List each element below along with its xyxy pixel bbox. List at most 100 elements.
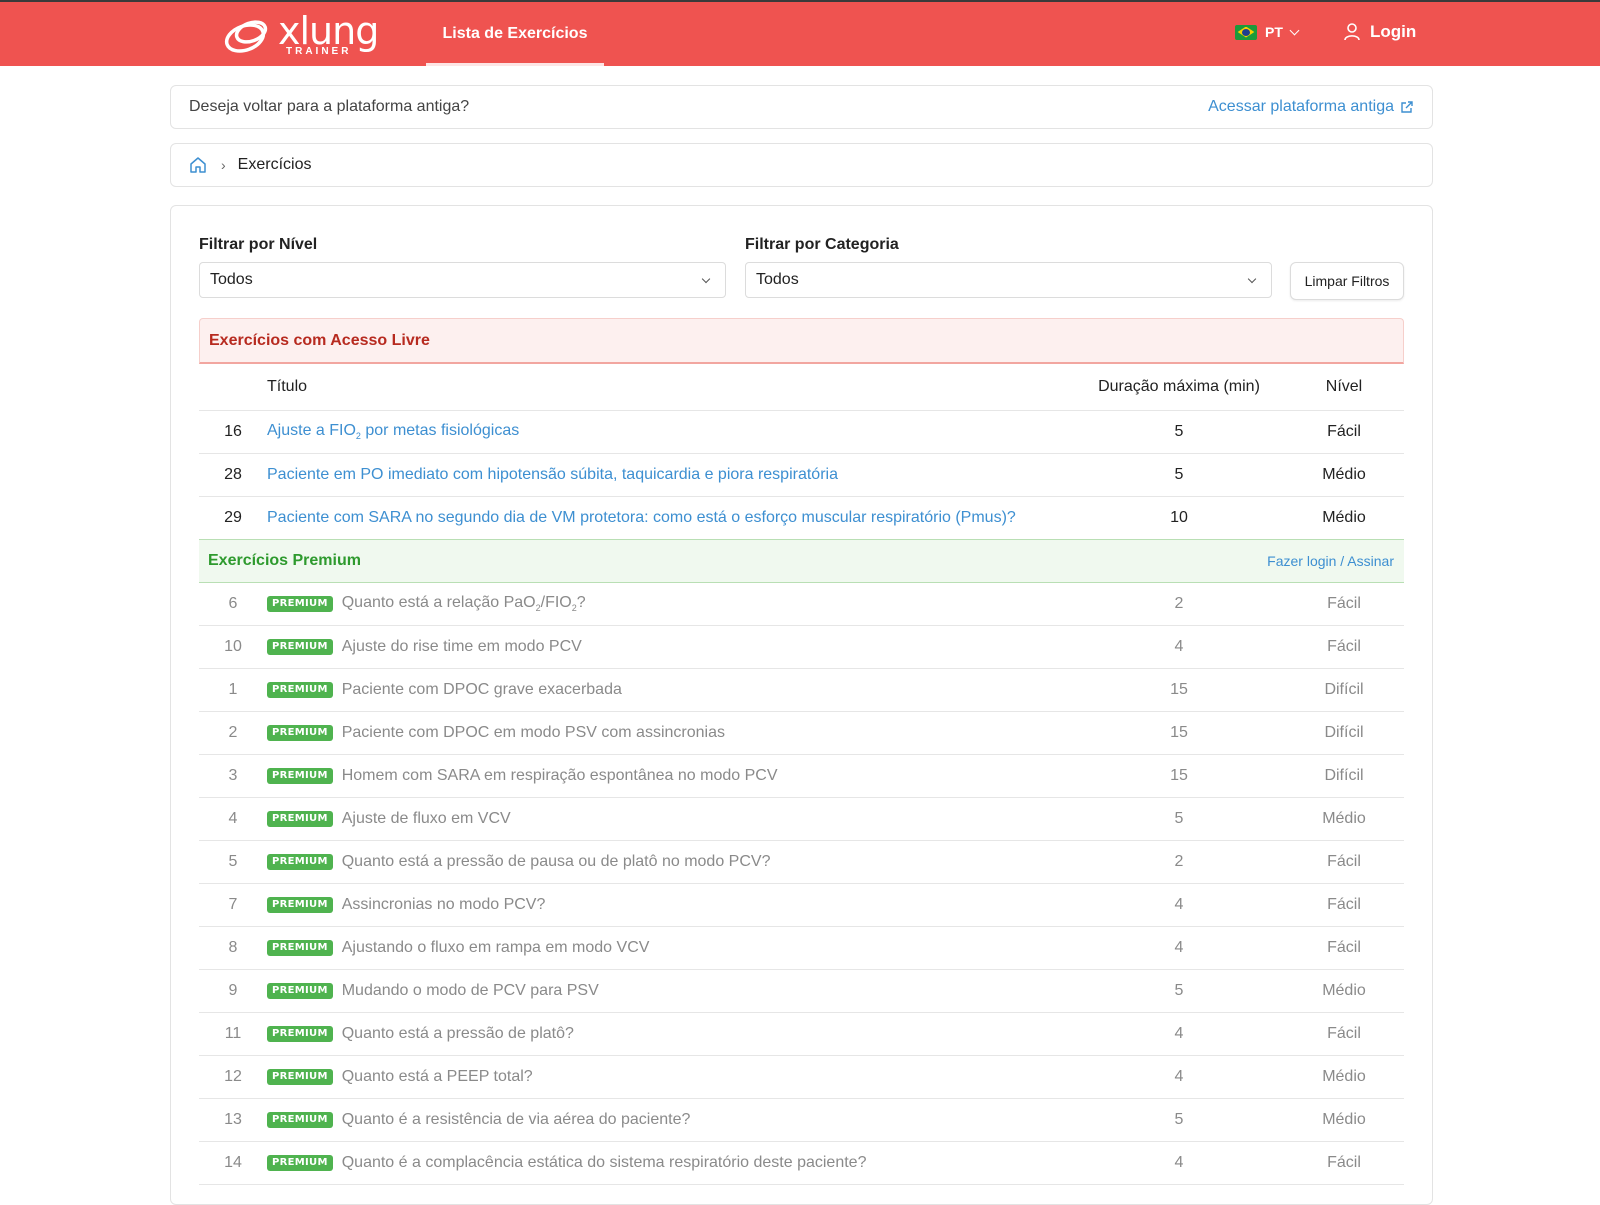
nav-tab-exercise-list[interactable]: Lista de Exercícios bbox=[426, 2, 604, 66]
exercise-id: 11 bbox=[224, 1025, 242, 1042]
exercise-title-text: Homem com SARA em respiração espontânea … bbox=[341, 767, 778, 784]
table-row: 12 PREMIUM Quanto está a PEEP total? 4 Mé… bbox=[199, 1056, 1404, 1099]
login-button[interactable]: Login bbox=[1344, 22, 1416, 42]
premium-badge: PREMIUM bbox=[267, 1026, 333, 1042]
exercise-title-part: /FIO bbox=[540, 594, 572, 612]
table-row: 28 Paciente em PO imediato com hipotensã… bbox=[199, 454, 1404, 497]
table-row: 6 PREMIUM Quanto está a relação PaO2/FIO2… bbox=[199, 583, 1404, 626]
user-icon bbox=[1344, 23, 1360, 41]
chevron-down-icon bbox=[701, 274, 711, 284]
exercise-level: Fácil bbox=[1327, 896, 1361, 913]
exercise-title-part: ? bbox=[576, 594, 586, 612]
exercise-duration: 5 bbox=[1174, 1111, 1184, 1128]
exercise-id: 12 bbox=[224, 1068, 242, 1085]
exercise-duration: 2 bbox=[1174, 595, 1184, 612]
exercise-id: 13 bbox=[224, 1111, 242, 1128]
exercise-duration: 5 bbox=[1174, 466, 1184, 483]
old-platform-link[interactable]: Acessar plataforma antiga bbox=[1208, 98, 1414, 116]
premium-badge: PREMIUM bbox=[267, 940, 333, 956]
exercise-level: Difícil bbox=[1324, 681, 1364, 698]
premium-badge: PREMIUM bbox=[267, 768, 333, 784]
exercise-level: Médio bbox=[1322, 1068, 1366, 1085]
old-platform-notice: Deseja voltar para a plataforma antiga? … bbox=[170, 85, 1433, 129]
exercise-title: PREMIUM Ajuste do rise time em modo PCV bbox=[267, 638, 1074, 656]
xlung-logo[interactable]: xlung TRAINER bbox=[222, 9, 379, 57]
table-header: Título Duração máxima (min) Nível bbox=[199, 364, 1404, 411]
exercise-id: 29 bbox=[224, 509, 242, 526]
exercise-title-text: Ajustando o fluxo em rampa em modo VCV bbox=[341, 939, 650, 956]
exercise-title: PREMIUM Homem com SARA em respiração espo… bbox=[267, 767, 1074, 785]
logo-text: xlung bbox=[278, 9, 379, 53]
exercise-link[interactable]: Paciente com SARA no segundo dia de VM p… bbox=[267, 509, 1074, 527]
language-selector[interactable]: PT bbox=[1235, 24, 1300, 40]
exercise-title-text: Quanto é a resistência de via aérea do p… bbox=[341, 1111, 691, 1128]
exercise-duration: 5 bbox=[1174, 810, 1184, 827]
premium-badge: PREMIUM bbox=[267, 811, 333, 827]
premium-badge: PREMIUM bbox=[267, 725, 333, 741]
exercise-title: PREMIUM Quanto está a relação PaO2/FIO2? bbox=[267, 594, 1074, 614]
premium-badge: PREMIUM bbox=[267, 854, 333, 870]
exercise-duration: 10 bbox=[1170, 509, 1188, 526]
exercise-panel: Filtrar por Nível Todos Filtrar por Cate… bbox=[170, 205, 1433, 1205]
exercise-title-text: Ajuste do rise time em modo PCV bbox=[341, 638, 582, 655]
premium-badge: PREMIUM bbox=[267, 1155, 333, 1171]
exercise-title-part: Ajuste a FIO bbox=[267, 422, 356, 440]
exercise-title-text: Paciente com DPOC grave exacerbada bbox=[341, 681, 622, 698]
exercise-title-text: Quanto é a complacência estática do sist… bbox=[341, 1154, 867, 1171]
exercise-duration: 4 bbox=[1174, 939, 1184, 956]
column-title: Título bbox=[267, 378, 308, 395]
top-navbar: xlung TRAINER Lista de Exercícios PT Log… bbox=[0, 0, 1600, 66]
exercise-title-text: Quanto está a pressão de pausa ou de pla… bbox=[341, 853, 771, 870]
table-row: 1 PREMIUM Paciente com DPOC grave exacerb… bbox=[199, 669, 1404, 712]
old-platform-link-label: Acessar plataforma antiga bbox=[1208, 98, 1394, 115]
exercise-link[interactable]: Paciente em PO imediato com hipotensão s… bbox=[267, 466, 1074, 484]
exercise-id: 7 bbox=[228, 896, 238, 913]
exercise-link[interactable]: Ajuste a FIO2 por metas fisiológicas bbox=[267, 422, 1074, 441]
table-row: 7 PREMIUM Assincronias no modo PCV? 4 Fác… bbox=[199, 884, 1404, 927]
exercise-title: PREMIUM Quanto está a pressão de platô? bbox=[267, 1025, 1074, 1043]
exercise-title-text: Mudando o modo de PCV para PSV bbox=[341, 982, 599, 999]
table-row: 11 PREMIUM Quanto está a pressão de platô… bbox=[199, 1013, 1404, 1056]
exercise-id: 14 bbox=[224, 1154, 242, 1171]
exercise-title: PREMIUM Paciente com DPOC grave exacerbad… bbox=[267, 681, 1074, 699]
premium-section-title: Exercícios Premium bbox=[208, 552, 361, 569]
column-duration: Duração máxima (min) bbox=[1098, 378, 1260, 395]
clear-filters-button[interactable]: Limpar Filtros bbox=[1290, 262, 1404, 300]
level-filter-value: Todos bbox=[210, 271, 253, 288]
category-filter-value: Todos bbox=[756, 271, 799, 288]
premium-badge: PREMIUM bbox=[267, 639, 333, 655]
login-subscribe-link[interactable]: Fazer login / Assinar bbox=[1267, 553, 1394, 569]
home-icon[interactable] bbox=[189, 156, 207, 174]
exercise-title: PREMIUM Quanto está a pressão de pausa ou… bbox=[267, 853, 1074, 871]
exercise-title: PREMIUM Quanto é a resistência de via aér… bbox=[267, 1111, 1074, 1129]
table-row: 9 PREMIUM Mudando o modo de PCV para PSV … bbox=[199, 970, 1404, 1013]
exercise-title: PREMIUM Quanto é a complacência estática … bbox=[267, 1154, 1074, 1172]
exercise-id: 5 bbox=[228, 853, 238, 870]
premium-badge: PREMIUM bbox=[267, 682, 333, 698]
breadcrumb-chevron-icon: › bbox=[221, 157, 226, 173]
exercise-level: Fácil bbox=[1327, 595, 1361, 612]
exercise-level: Fácil bbox=[1327, 1154, 1361, 1171]
exercise-level: Fácil bbox=[1327, 1025, 1361, 1042]
exercise-level: Fácil bbox=[1327, 853, 1361, 870]
category-filter-select[interactable]: Todos bbox=[745, 262, 1272, 298]
exercise-id: 9 bbox=[228, 982, 238, 999]
exercise-id: 6 bbox=[228, 595, 238, 612]
breadcrumb: › Exercícios bbox=[170, 143, 1433, 187]
table-row: 5 PREMIUM Quanto está a pressão de pausa … bbox=[199, 841, 1404, 884]
level-filter-select[interactable]: Todos bbox=[199, 262, 726, 298]
exercise-duration: 2 bbox=[1174, 853, 1184, 870]
exercise-id: 16 bbox=[224, 423, 242, 440]
exercise-title: PREMIUM Ajuste de fluxo em VCV bbox=[267, 810, 1074, 828]
exercise-duration: 4 bbox=[1174, 1025, 1184, 1042]
premium-badge: PREMIUM bbox=[267, 983, 333, 999]
exercise-id: 3 bbox=[228, 767, 238, 784]
language-code: PT bbox=[1265, 24, 1283, 40]
table-row: 4 PREMIUM Ajuste de fluxo em VCV 5 Médio bbox=[199, 798, 1404, 841]
exercise-table: Exercícios com Acesso Livre Título Duraç… bbox=[199, 318, 1404, 1185]
premium-section-header: Exercícios Premium Fazer login / Assinar bbox=[199, 539, 1404, 583]
table-row: 29 Paciente com SARA no segundo dia de V… bbox=[199, 497, 1404, 539]
exercise-id: 10 bbox=[224, 638, 242, 655]
external-link-icon bbox=[1401, 101, 1413, 113]
exercise-level: Difícil bbox=[1324, 724, 1364, 741]
